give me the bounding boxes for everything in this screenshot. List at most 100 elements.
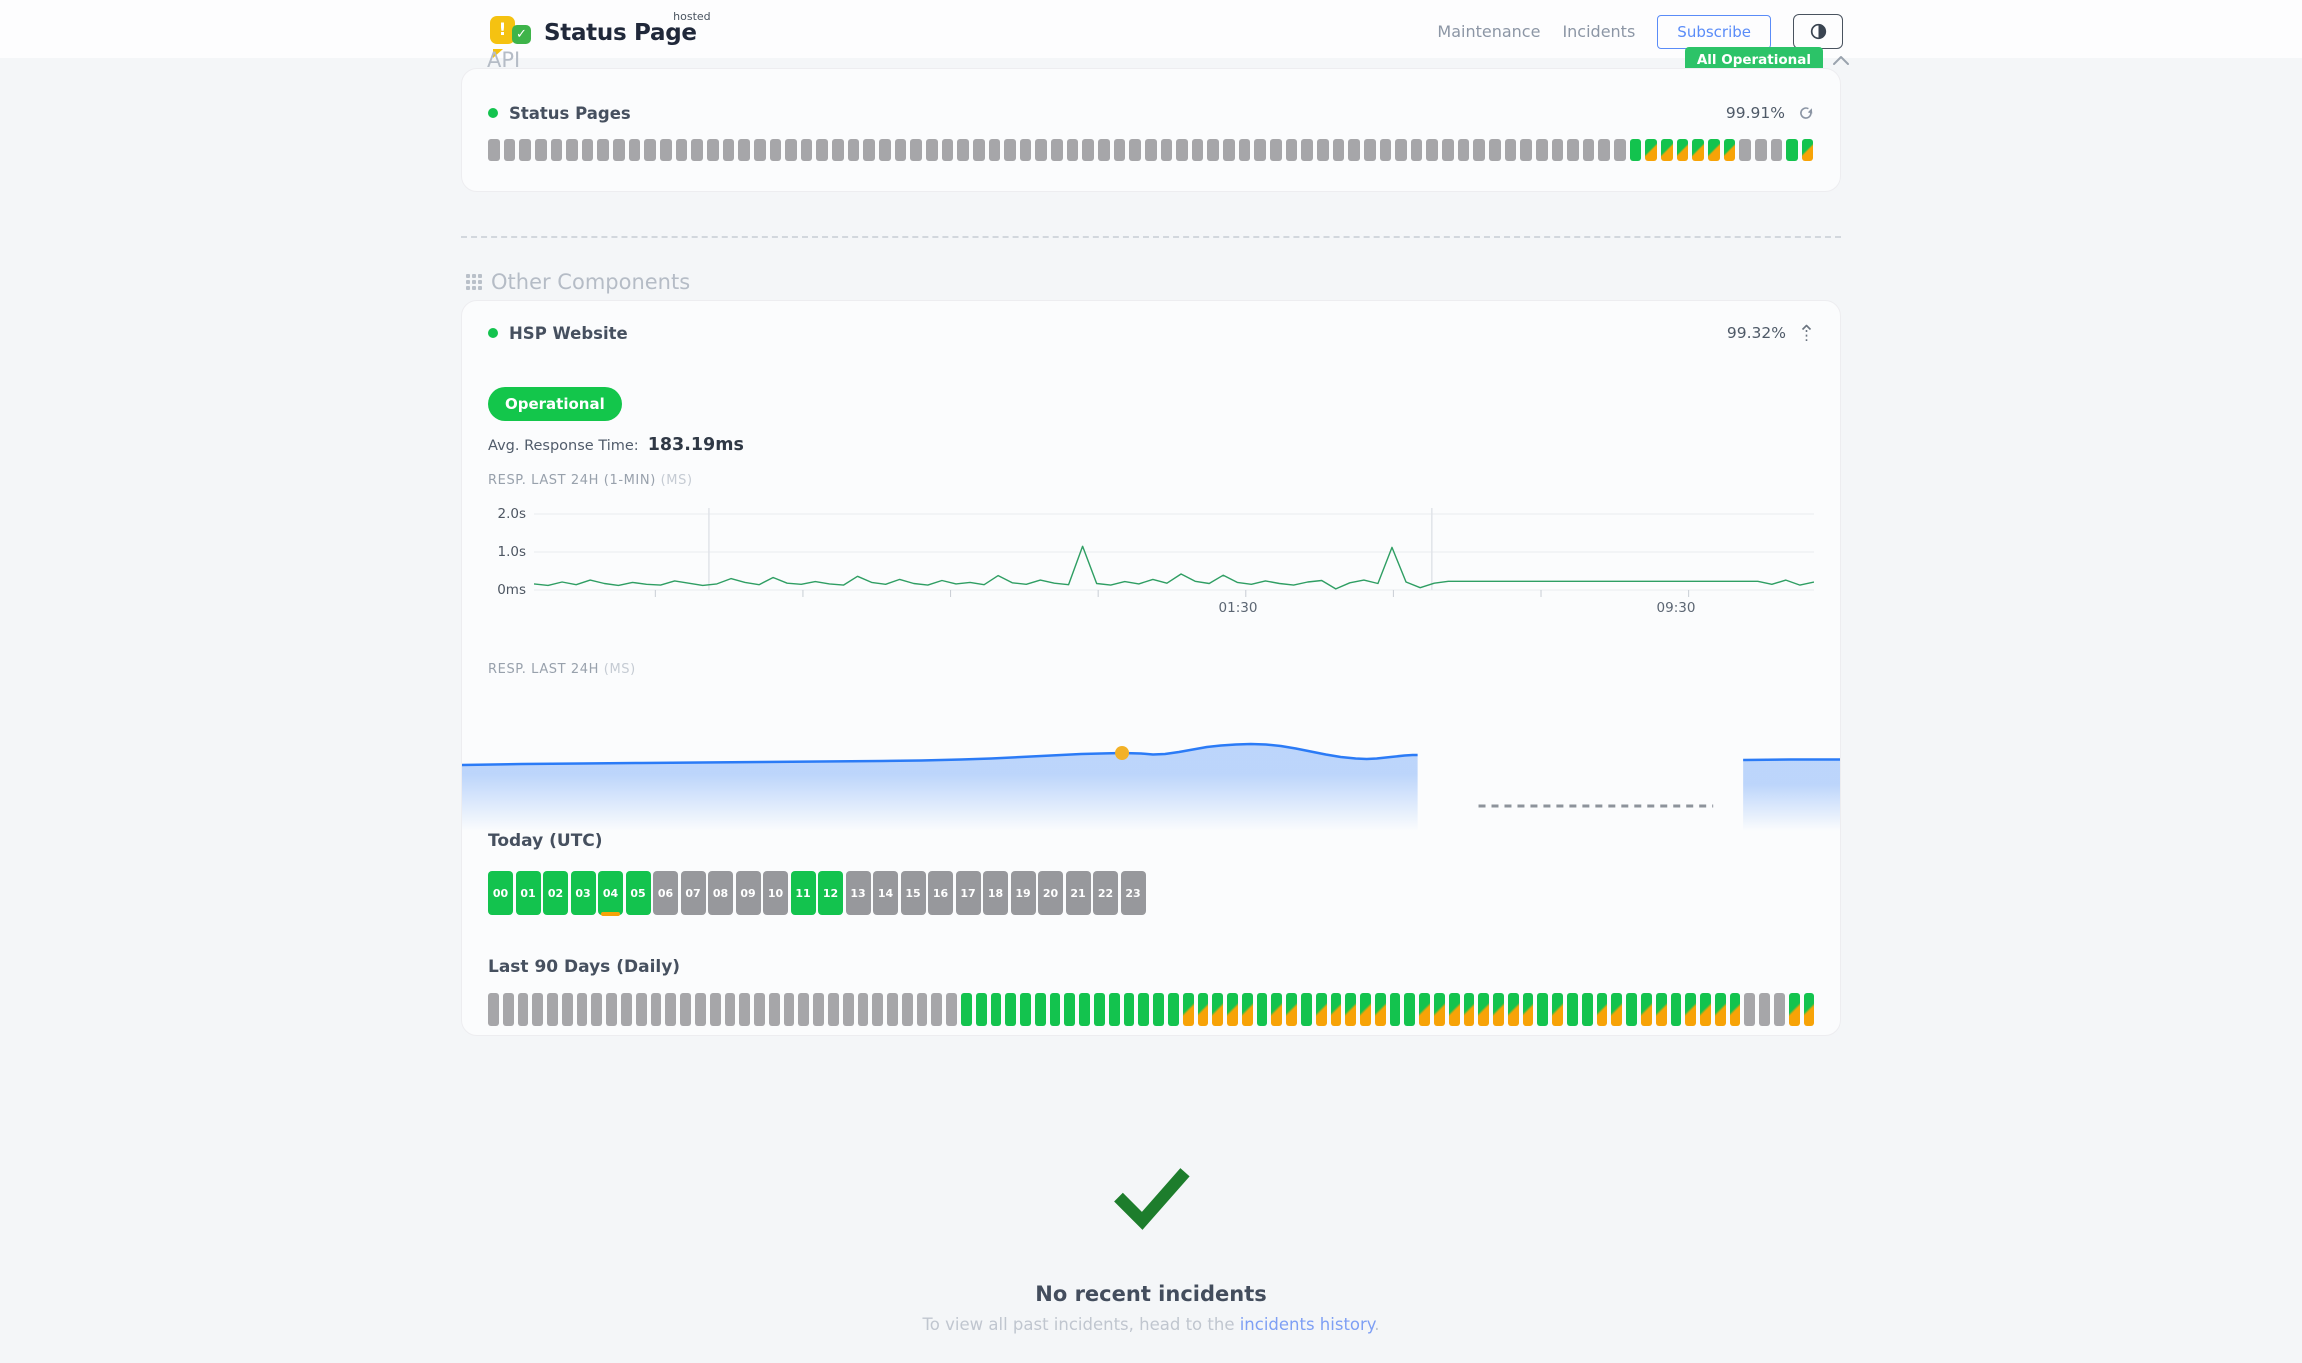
day-bar[interactable] [695,993,706,1026]
uptime-bar[interactable] [1755,139,1767,161]
day-bar[interactable] [1744,993,1755,1026]
day-bar[interactable] [1730,993,1741,1026]
uptime-bar[interactable] [644,139,656,161]
uptime-bar[interactable] [1364,139,1376,161]
day-bar[interactable] [1552,993,1563,1026]
hour-block[interactable]: 11 [791,871,816,915]
uptime-bar[interactable] [801,139,813,161]
uptime-bar[interactable] [660,139,672,161]
chevron-up-icon[interactable] [1832,55,1850,66]
uptime-bar[interactable] [1661,139,1673,161]
uptime-bar[interactable] [582,139,594,161]
uptime-bar[interactable] [1708,139,1720,161]
day-bar[interactable] [1271,993,1282,1026]
day-bar[interactable] [680,993,691,1026]
uptime-bar[interactable] [1020,139,1032,161]
day-bar[interactable] [725,993,736,1026]
uptime-bar[interactable] [1786,139,1798,161]
day-bar[interactable] [1789,993,1800,1026]
day-bar[interactable] [1153,993,1164,1026]
day-bar[interactable] [1449,993,1460,1026]
uptime-bar[interactable] [770,139,782,161]
uptime-bar[interactable] [1771,139,1783,161]
uptime-bar[interactable] [1442,139,1454,161]
theme-toggle-button[interactable] [1793,14,1843,49]
day-bar[interactable] [636,993,647,1026]
uptime-bar[interactable] [1692,139,1704,161]
hour-block[interactable]: 07 [681,871,706,915]
day-bar[interactable] [976,993,987,1026]
day-bar[interactable] [991,993,1002,1026]
uptime-bar[interactable] [1004,139,1016,161]
day-bar[interactable] [621,993,632,1026]
day-bar[interactable] [739,993,750,1026]
day-bar[interactable] [1671,993,1682,1026]
day-bar[interactable] [577,993,588,1026]
uptime-bar[interactable] [1270,139,1282,161]
uptime-bar[interactable] [707,139,719,161]
day-bar[interactable] [1331,993,1342,1026]
day-bar[interactable] [754,993,765,1026]
day-bar[interactable] [1020,993,1031,1026]
day-bar[interactable] [828,993,839,1026]
day-bar[interactable] [1611,993,1622,1026]
day-bar[interactable] [665,993,676,1026]
hour-block[interactable]: 00 [488,871,513,915]
uptime-bar[interactable] [1552,139,1564,161]
day-bar[interactable] [651,993,662,1026]
uptime-bar[interactable] [1192,139,1204,161]
uptime-bar[interactable] [551,139,563,161]
uptime-bar[interactable] [1254,139,1266,161]
uptime-bar[interactable] [832,139,844,161]
uptime-bar[interactable] [723,139,735,161]
uptime-bar[interactable] [910,139,922,161]
hour-block[interactable]: 19 [1011,871,1036,915]
uptime-bar[interactable] [1286,139,1298,161]
hour-block[interactable]: 06 [653,871,678,915]
uptime-bar[interactable] [754,139,766,161]
uptime-bar[interactable] [989,139,1001,161]
day-bar[interactable] [488,993,499,1026]
refresh-icon[interactable] [1798,105,1814,121]
day-bar[interactable] [1715,993,1726,1026]
day-bar[interactable] [1064,993,1075,1026]
hour-block[interactable]: 12 [818,871,843,915]
uptime-bar[interactable] [1082,139,1094,161]
uptime-bar[interactable] [1614,139,1626,161]
day-bar[interactable] [1094,993,1105,1026]
uptime-bar[interactable] [1223,139,1235,161]
uptime-bar[interactable] [957,139,969,161]
day-bar[interactable] [547,993,558,1026]
uptime-bar[interactable] [1677,139,1689,161]
uptime-bar[interactable] [1051,139,1063,161]
uptime-bar[interactable] [1161,139,1173,161]
hour-block[interactable]: 20 [1038,871,1063,915]
day-bar[interactable] [1759,993,1770,1026]
uptime-bar[interactable] [1176,139,1188,161]
brand-logo[interactable]: ! ✓ Status Page hosted [490,10,697,54]
day-bar[interactable] [1316,993,1327,1026]
uptime-bar[interactable] [1630,139,1642,161]
uptime-bar[interactable] [1395,139,1407,161]
uptime-bar[interactable] [1067,139,1079,161]
uptime-bar[interactable] [1802,139,1814,161]
uptime-bar[interactable] [1035,139,1047,161]
chart1-plot-area[interactable]: 01:3009:30 [534,504,1814,634]
day-bar[interactable] [858,993,869,1026]
hour-block[interactable]: 13 [846,871,871,915]
day-bar[interactable] [1183,993,1194,1026]
uptime-bar[interactable] [879,139,891,161]
day-bar[interactable] [1478,993,1489,1026]
day-bar[interactable] [1005,993,1016,1026]
day-bar[interactable] [1685,993,1696,1026]
day-bar[interactable] [1227,993,1238,1026]
day-bar[interactable] [503,993,514,1026]
day-bar[interactable] [710,993,721,1026]
uptime-bar[interactable] [848,139,860,161]
hour-block[interactable]: 17 [956,871,981,915]
nav-incidents[interactable]: Incidents [1562,22,1635,41]
hour-block[interactable]: 04 [598,871,623,915]
day-bar[interactable] [1035,993,1046,1026]
uptime-bar[interactable] [1489,139,1501,161]
response-time-area-chart[interactable] [462,691,1840,831]
